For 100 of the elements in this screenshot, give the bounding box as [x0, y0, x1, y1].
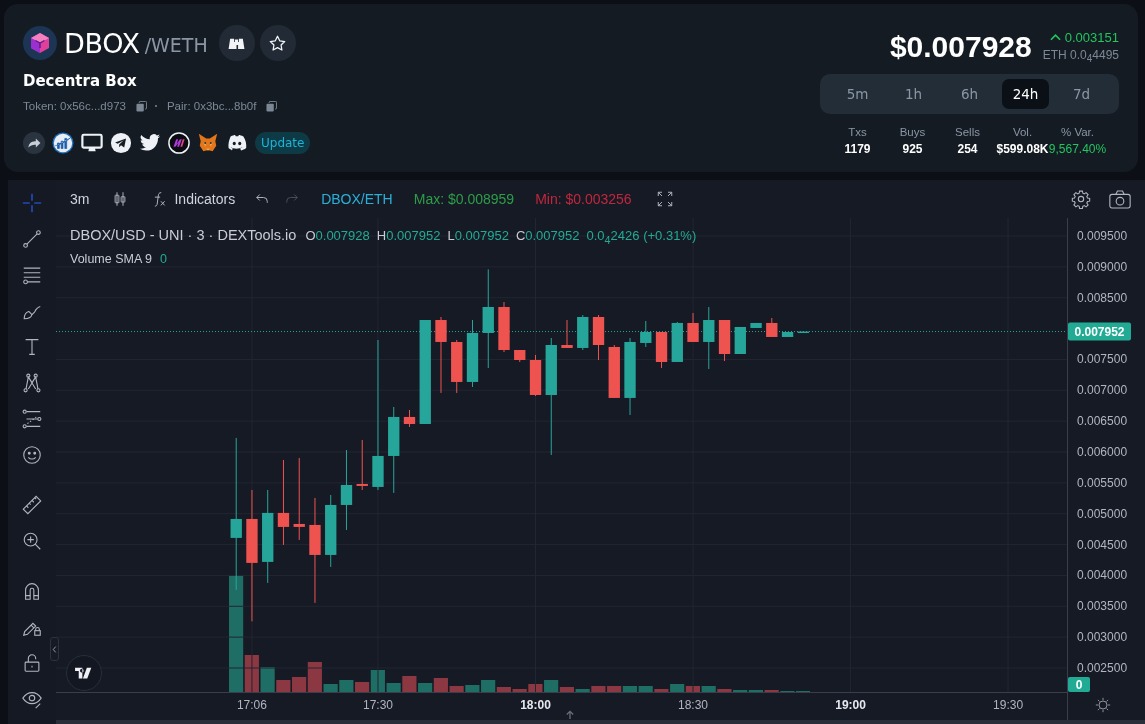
time-axis-label: 19:00: [835, 698, 866, 712]
candle: [529, 354, 542, 397]
timeframe-tab[interactable]: 1h: [890, 79, 937, 109]
price-axis-label: 0.006000: [1077, 445, 1128, 459]
stat-label: % Var.: [1061, 125, 1094, 140]
price-axis-label: 0.004500: [1077, 537, 1128, 552]
price-axis-label: 0.003500: [1077, 599, 1128, 614]
time-axis-label: 18:00: [520, 698, 551, 712]
quote-symbol: /WETH: [144, 33, 208, 56]
ref-line-label: 0.007952: [1074, 324, 1125, 339]
candle: [640, 320, 652, 348]
max-price: Max: $0.008959: [413, 191, 515, 207]
candle: [703, 306, 715, 370]
fullscreen-icon[interactable]: [655, 190, 674, 208]
bird-icon[interactable]: [139, 132, 161, 154]
candle: [734, 326, 746, 355]
chart-legend-title: DBOX/USD - UNI · 3 · DEXTools.io: [70, 227, 297, 243]
price-axis-label: 0.005000: [1077, 506, 1128, 521]
monitor-icon[interactable]: [81, 132, 103, 154]
ohlc-value: H0.007952: [376, 228, 441, 243]
stat-value: 1179: [844, 141, 871, 158]
timeframe-tab[interactable]: 6h: [946, 79, 993, 109]
min-price: Min: $0.003256: [535, 191, 632, 207]
binoculars-button[interactable]: [218, 25, 255, 61]
diagonal-line-icon[interactable]: [21, 228, 43, 250]
time-axis-label: 17:06: [236, 698, 267, 712]
candle: [608, 344, 620, 399]
stat-label: Txs: [848, 125, 867, 140]
token-symbol: DBOX: [64, 27, 140, 59]
stat-value: 9,567.40%: [1048, 141, 1107, 158]
candle: [466, 319, 479, 388]
candle: [498, 301, 510, 353]
time-axis-label: 19:30: [993, 698, 1024, 712]
volume-legend-value: 0: [160, 251, 167, 266]
candle: [577, 314, 589, 351]
horizontal-lines-icon[interactable]: [21, 264, 43, 286]
volume-zero-tag: 0: [1068, 677, 1090, 692]
interval-button[interactable]: 3m: [70, 191, 90, 207]
up-arrow-icon[interactable]: [565, 710, 575, 720]
price-axis-label: 0.006500: [1077, 414, 1128, 429]
candle: [671, 321, 683, 363]
current-price-tag: 0.007952: [1068, 322, 1131, 341]
timeframe-tab[interactable]: 5m: [834, 79, 881, 109]
timeframe-tab[interactable]: 7d: [1058, 79, 1105, 109]
timeframe-tab[interactable]: 24h: [1002, 79, 1049, 109]
ohlc-value: O0.007928: [305, 228, 370, 243]
candle: [781, 331, 794, 338]
sun-icon[interactable]: [1095, 697, 1111, 713]
padlock-icon[interactable]: [21, 652, 43, 674]
candle: [356, 439, 368, 491]
ruler-icon[interactable]: [21, 494, 43, 516]
price-axis-label: 0.008500: [1077, 290, 1128, 305]
copy-icon[interactable]: [135, 100, 147, 112]
zigzag-pattern-icon[interactable]: [21, 372, 43, 394]
price-axis-label: 0.004000: [1077, 568, 1128, 583]
chevron-left-icon: [52, 644, 57, 654]
candle: [797, 330, 809, 334]
smiley-icon[interactable]: [21, 444, 43, 466]
pair-toggle-button[interactable]: DBOX/ETH: [321, 191, 393, 207]
indicators-button[interactable]: Indicators: [150, 190, 236, 208]
price-axis-label: 0.002500: [1077, 661, 1128, 675]
time-axis-label: 17:30: [362, 698, 393, 712]
price-axis-label: 0.009500: [1077, 229, 1128, 243]
token-name: Decentra Box: [23, 71, 138, 91]
ohlc-value: C0.007952: [515, 228, 580, 243]
price-change: 0.003151: [1064, 29, 1119, 45]
address-text: Token: 0x56c...d973: [23, 100, 126, 112]
chart-logo-icon[interactable]: [66, 655, 102, 691]
update-button[interactable]: Update: [255, 132, 311, 154]
price-change-value: 0.0$_{4}$2426 (+0.31%): [586, 228, 697, 246]
stat-value: 254: [957, 141, 978, 158]
copy-icon[interactable]: [266, 100, 278, 112]
stat-label: Sells: [955, 125, 980, 140]
chart-circle-icon[interactable]: [52, 132, 74, 154]
settings-icon[interactable]: [1071, 189, 1091, 209]
candle: [451, 339, 463, 394]
volume-legend-label: Volume SMA 9: [70, 251, 152, 266]
candle: [687, 312, 699, 343]
price-axis-label: 0.007000: [1077, 383, 1128, 398]
candle: [718, 319, 731, 362]
stat-value: $599.08K: [996, 141, 1049, 158]
m-logo-icon[interactable]: [168, 132, 190, 154]
camera-icon[interactable]: [1109, 189, 1131, 209]
paper-plane-icon[interactable]: [110, 132, 132, 154]
price-axis-label: 0.003000: [1077, 630, 1128, 645]
stat-label: Vol.: [1012, 125, 1033, 140]
candle: [766, 317, 778, 338]
candle: [592, 314, 605, 361]
price-axis-label: 0.005500: [1077, 475, 1128, 490]
candle: [561, 319, 573, 349]
zoom-in-icon[interactable]: [21, 530, 43, 552]
ohlc-value: L0.007952: [447, 228, 509, 243]
time-axis-label: 18:30: [678, 698, 709, 712]
dotted-lines-icon[interactable]: [21, 408, 43, 430]
fox-icon[interactable]: [197, 132, 219, 154]
favorite-button[interactable]: [259, 25, 296, 61]
token-price: $0.007928: [889, 30, 1032, 64]
price-axis-label: 0.009000: [1077, 259, 1128, 274]
star-icon: [268, 33, 288, 53]
price-axis-label: 0.007500: [1077, 352, 1128, 367]
